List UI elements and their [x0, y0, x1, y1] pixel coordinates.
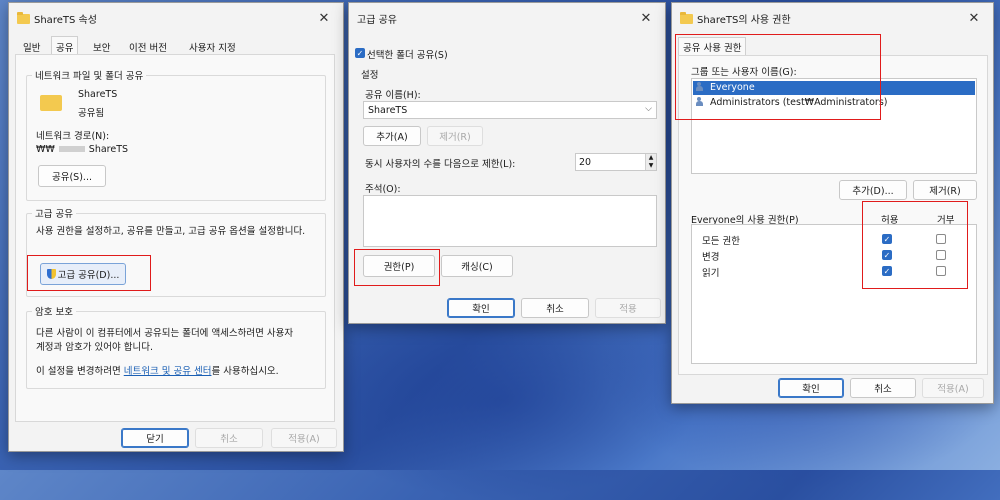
- close-icon[interactable]: ✕: [313, 11, 335, 26]
- comment-label: 주석(O):: [365, 184, 401, 195]
- path-suffix: ShareTS: [88, 144, 129, 155]
- properties-window: ShareTS 속성 ✕ 일반 공유 보안 이전 버전 사용자 지정 네트워크 …: [8, 2, 344, 452]
- network-path-value: ₩₩ ShareTS: [36, 144, 128, 155]
- add-share-button[interactable]: 추가(A): [363, 126, 421, 146]
- share-button[interactable]: 공유(S)...: [38, 165, 106, 187]
- password-description-line2: 계정과 암호가 있어야 합니다.: [36, 342, 153, 353]
- limit-users-label: 동시 사용자의 수를 다음으로 제한(L):: [365, 159, 516, 170]
- comment-textarea[interactable]: [363, 195, 657, 247]
- sharing-tab-panel: 네트워크 파일 및 폴더 공유 ShareTS 공유됨 네트워크 경로(N): …: [15, 54, 335, 422]
- folder-status: 공유됨: [78, 108, 105, 119]
- apply-button[interactable]: 적용(A): [922, 378, 984, 398]
- highlight-allow-deny: [862, 201, 968, 289]
- share-folder-checkbox[interactable]: ✓: [355, 48, 365, 58]
- folder-large-icon: [40, 95, 62, 111]
- redacted-hostname: [58, 146, 85, 152]
- path-prefix: ₩₩: [36, 144, 55, 155]
- tab-general[interactable]: 일반: [19, 39, 44, 55]
- folder-icon: [680, 12, 693, 24]
- apply-button[interactable]: 적용(A): [271, 428, 337, 448]
- ok-button[interactable]: 확인: [778, 378, 844, 398]
- wallpaper-swirl: [300, 300, 700, 500]
- cancel-button[interactable]: 취소: [195, 428, 263, 448]
- close-icon[interactable]: ✕: [635, 11, 657, 26]
- close-icon[interactable]: ✕: [963, 11, 985, 26]
- folder-icon: [17, 12, 30, 24]
- highlight-permissions: [354, 249, 440, 286]
- permission-name: 변경: [702, 252, 720, 263]
- remove-user-button[interactable]: 제거(R): [913, 180, 977, 200]
- network-path-label: 네트워크 경로(N):: [36, 131, 110, 142]
- highlight-share-permissions: [675, 34, 881, 120]
- group-title: 네트워크 파일 및 폴더 공유: [32, 68, 147, 82]
- folder-name: ShareTS: [78, 89, 118, 100]
- tab-sharing[interactable]: 공유: [51, 36, 79, 56]
- share-folder-label: 선택한 폴더 공유(S): [367, 50, 448, 61]
- window-title: ShareTS 속성: [34, 14, 97, 26]
- group-title: 암호 보호: [32, 304, 76, 318]
- tab-security[interactable]: 보안: [89, 39, 114, 55]
- permission-name: 읽기: [702, 268, 720, 279]
- change-prefix: 이 설정을 변경하려면: [36, 366, 121, 377]
- stepper-arrows-icon[interactable]: ▲ ▼: [645, 154, 656, 170]
- share-name-value: ShareTS: [368, 105, 408, 116]
- tab-previous-versions[interactable]: 이전 버전: [125, 39, 171, 55]
- change-suffix: 를 사용하십시오.: [211, 366, 279, 377]
- advanced-sharing-titlebar: 고급 공유 ✕: [349, 3, 665, 33]
- highlight-advanced-sharing: [27, 255, 151, 291]
- password-description-line1: 다른 사람이 이 컴퓨터에서 공유되는 폴더에 액세스하려면 사용자: [36, 328, 294, 339]
- chevron-down-icon: ⌵: [645, 104, 652, 114]
- limit-users-value: 20: [579, 157, 592, 168]
- ok-button[interactable]: 확인: [447, 298, 515, 318]
- group-title: 고급 공유: [32, 206, 76, 220]
- share-name-select[interactable]: ShareTS ⌵: [363, 101, 657, 119]
- caching-button[interactable]: 캐싱(C): [441, 255, 513, 277]
- permission-name: 모든 권한: [702, 236, 740, 247]
- remove-share-button[interactable]: 제거(R): [427, 126, 483, 146]
- tab-customize[interactable]: 사용자 지정: [185, 39, 240, 55]
- cancel-button[interactable]: 취소: [521, 298, 589, 318]
- password-change-text: 이 설정을 변경하려면 네트워크 및 공유 센터를 사용하십시오.: [36, 363, 279, 377]
- properties-titlebar: ShareTS 속성 ✕: [9, 3, 343, 33]
- settings-label: 설정: [361, 70, 379, 81]
- cancel-button[interactable]: 취소: [850, 378, 916, 398]
- share-name-label: 공유 이름(H):: [365, 90, 421, 101]
- apply-button[interactable]: 적용: [595, 298, 661, 318]
- add-user-button[interactable]: 추가(D)...: [839, 180, 907, 200]
- advanced-sharing-description: 사용 권한을 설정하고, 공유를 만들고, 고급 공유 옵션을 설정합니다.: [36, 226, 306, 237]
- network-sharing-center-link[interactable]: 네트워크 및 공유 센터: [124, 366, 212, 377]
- window-title: 고급 공유: [357, 14, 397, 26]
- limit-users-stepper[interactable]: 20 ▲ ▼: [575, 153, 657, 171]
- permissions-titlebar: ShareTS의 사용 권한 ✕: [672, 3, 993, 33]
- window-title: ShareTS의 사용 권한: [697, 14, 791, 26]
- close-button[interactable]: 닫기: [121, 428, 189, 448]
